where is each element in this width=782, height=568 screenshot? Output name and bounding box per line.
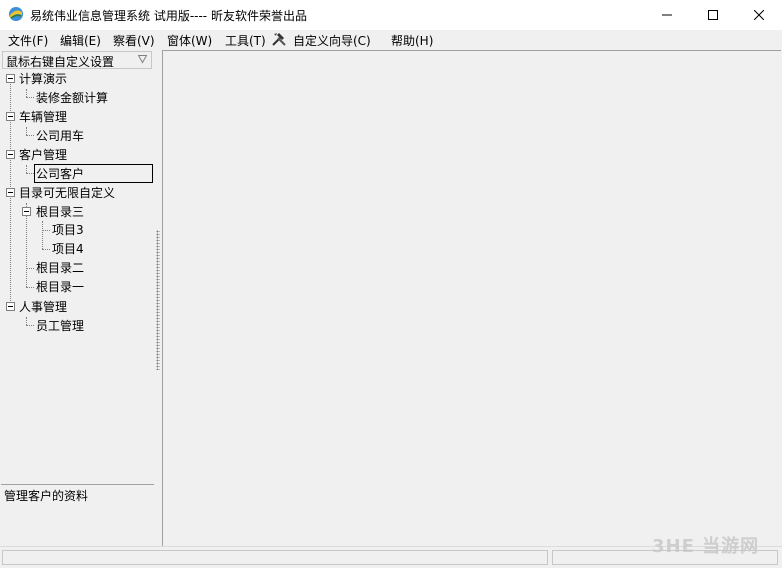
menu-bar: 文件(F) 编辑(E) 察看(V) 窗体(W) 工具(T) 自定义向导(C) 帮… xyxy=(0,30,782,50)
tree-line xyxy=(26,268,34,269)
tree-node-label: 根目录一 xyxy=(36,280,85,294)
main-workspace[interactable] xyxy=(162,50,781,546)
tree-node-root-three[interactable]: 根目录三 xyxy=(36,203,84,221)
title-bar: 易统伟业信息管理系统 试用版---- 昕友软件荣誉出品 xyxy=(0,0,782,30)
collapse-icon[interactable] xyxy=(6,150,15,159)
left-panel: 鼠标右键自定义设置 计算演示 装修金额计算 车辆管理 公司用车 客户管理 公司客… xyxy=(1,50,154,546)
tree-node-vehicle-mgmt[interactable]: 车辆管理 xyxy=(19,108,67,126)
splitter-handle[interactable] xyxy=(154,50,162,546)
tree-node-customer-mgmt[interactable]: 客户管理 xyxy=(19,146,67,164)
tree-node-company-vehicle[interactable]: 公司用车 xyxy=(36,127,84,145)
tree-line xyxy=(42,230,50,231)
tree-node-label: 员工管理 xyxy=(36,319,85,333)
tree-node-label: 项目3 xyxy=(52,223,84,237)
hint-text: 管理客户的资料 xyxy=(4,489,89,503)
minimize-icon xyxy=(662,14,672,16)
tree-line xyxy=(26,325,34,326)
tools-icon[interactable] xyxy=(271,31,287,47)
tree-node-label: 客户管理 xyxy=(19,148,68,162)
minimize-button[interactable] xyxy=(644,0,690,30)
tree-line xyxy=(42,249,50,250)
app-icon xyxy=(9,7,23,21)
tree-node-label: 计算演示 xyxy=(19,72,68,86)
nav-tree[interactable]: 计算演示 装修金额计算 车辆管理 公司用车 客户管理 公司客户 目录可无限自定义… xyxy=(1,70,154,484)
tree-line xyxy=(26,287,34,288)
collapse-icon[interactable] xyxy=(6,74,15,83)
tree-node-unlimited-dirs[interactable]: 目录可无限自定义 xyxy=(19,184,115,202)
dropdown-arrow-icon[interactable] xyxy=(138,55,147,64)
tree-node-label: 目录可无限自定义 xyxy=(19,186,116,200)
tree-node-label: 公司客户 xyxy=(36,167,85,181)
watermark-logo: 3HE 当游网 xyxy=(652,536,760,557)
menu-window[interactable]: 窗体(W) xyxy=(167,32,212,49)
tree-node-label: 装修金额计算 xyxy=(36,91,109,105)
tree-node-label: 人事管理 xyxy=(19,300,68,314)
tree-line xyxy=(26,317,27,325)
settings-combo-label: 鼠标右键自定义设置 xyxy=(6,55,115,69)
maximize-icon xyxy=(708,10,718,20)
tree-node-renovation-calc[interactable]: 装修金额计算 xyxy=(36,89,108,107)
window-title: 易统伟业信息管理系统 试用版---- 昕友软件荣誉出品 xyxy=(30,9,307,23)
tree-node-label: 公司用车 xyxy=(36,129,85,143)
tree-node-label: 根目录三 xyxy=(36,205,85,219)
menu-view[interactable]: 察看(V) xyxy=(113,32,155,49)
menu-custom-wizard[interactable]: 自定义向导(C) xyxy=(293,32,371,49)
tree-node-label: 根目录二 xyxy=(36,261,85,275)
collapse-icon[interactable] xyxy=(6,112,15,121)
tree-node-employee-mgmt[interactable]: 员工管理 xyxy=(36,317,84,335)
tree-line xyxy=(26,127,27,135)
collapse-icon[interactable] xyxy=(6,302,15,311)
status-panel-main xyxy=(2,550,548,565)
collapse-icon[interactable] xyxy=(22,207,31,216)
menu-edit[interactable]: 编辑(E) xyxy=(60,32,101,49)
tree-line xyxy=(26,135,34,136)
tree-node-item4[interactable]: 项目4 xyxy=(52,240,84,258)
tree-node-hr-mgmt[interactable]: 人事管理 xyxy=(19,298,67,316)
grip-icon xyxy=(156,230,160,370)
menu-help[interactable]: 帮助(H) xyxy=(391,32,433,49)
collapse-icon[interactable] xyxy=(6,188,15,197)
hint-divider xyxy=(1,484,154,485)
tree-node-item3[interactable]: 项目3 xyxy=(52,221,84,239)
tree-line xyxy=(42,221,43,249)
menu-tools[interactable]: 工具(T) xyxy=(225,32,266,49)
tree-node-root-two[interactable]: 根目录二 xyxy=(36,259,84,277)
tree-node-calc-demo[interactable]: 计算演示 xyxy=(19,70,67,88)
close-button[interactable] xyxy=(736,0,782,30)
tree-line xyxy=(26,165,27,173)
tree-node-company-customer[interactable]: 公司客户 xyxy=(34,164,153,183)
tree-node-label: 项目4 xyxy=(52,242,84,256)
tree-line xyxy=(26,173,34,174)
settings-combo[interactable]: 鼠标右键自定义设置 xyxy=(2,51,152,69)
tree-node-label: 车辆管理 xyxy=(19,110,68,124)
tree-node-root-one[interactable]: 根目录一 xyxy=(36,278,84,296)
tree-line xyxy=(26,89,27,97)
maximize-button[interactable] xyxy=(690,0,736,30)
menu-file[interactable]: 文件(F) xyxy=(8,32,48,49)
tree-line xyxy=(26,97,34,98)
close-icon xyxy=(754,10,764,20)
